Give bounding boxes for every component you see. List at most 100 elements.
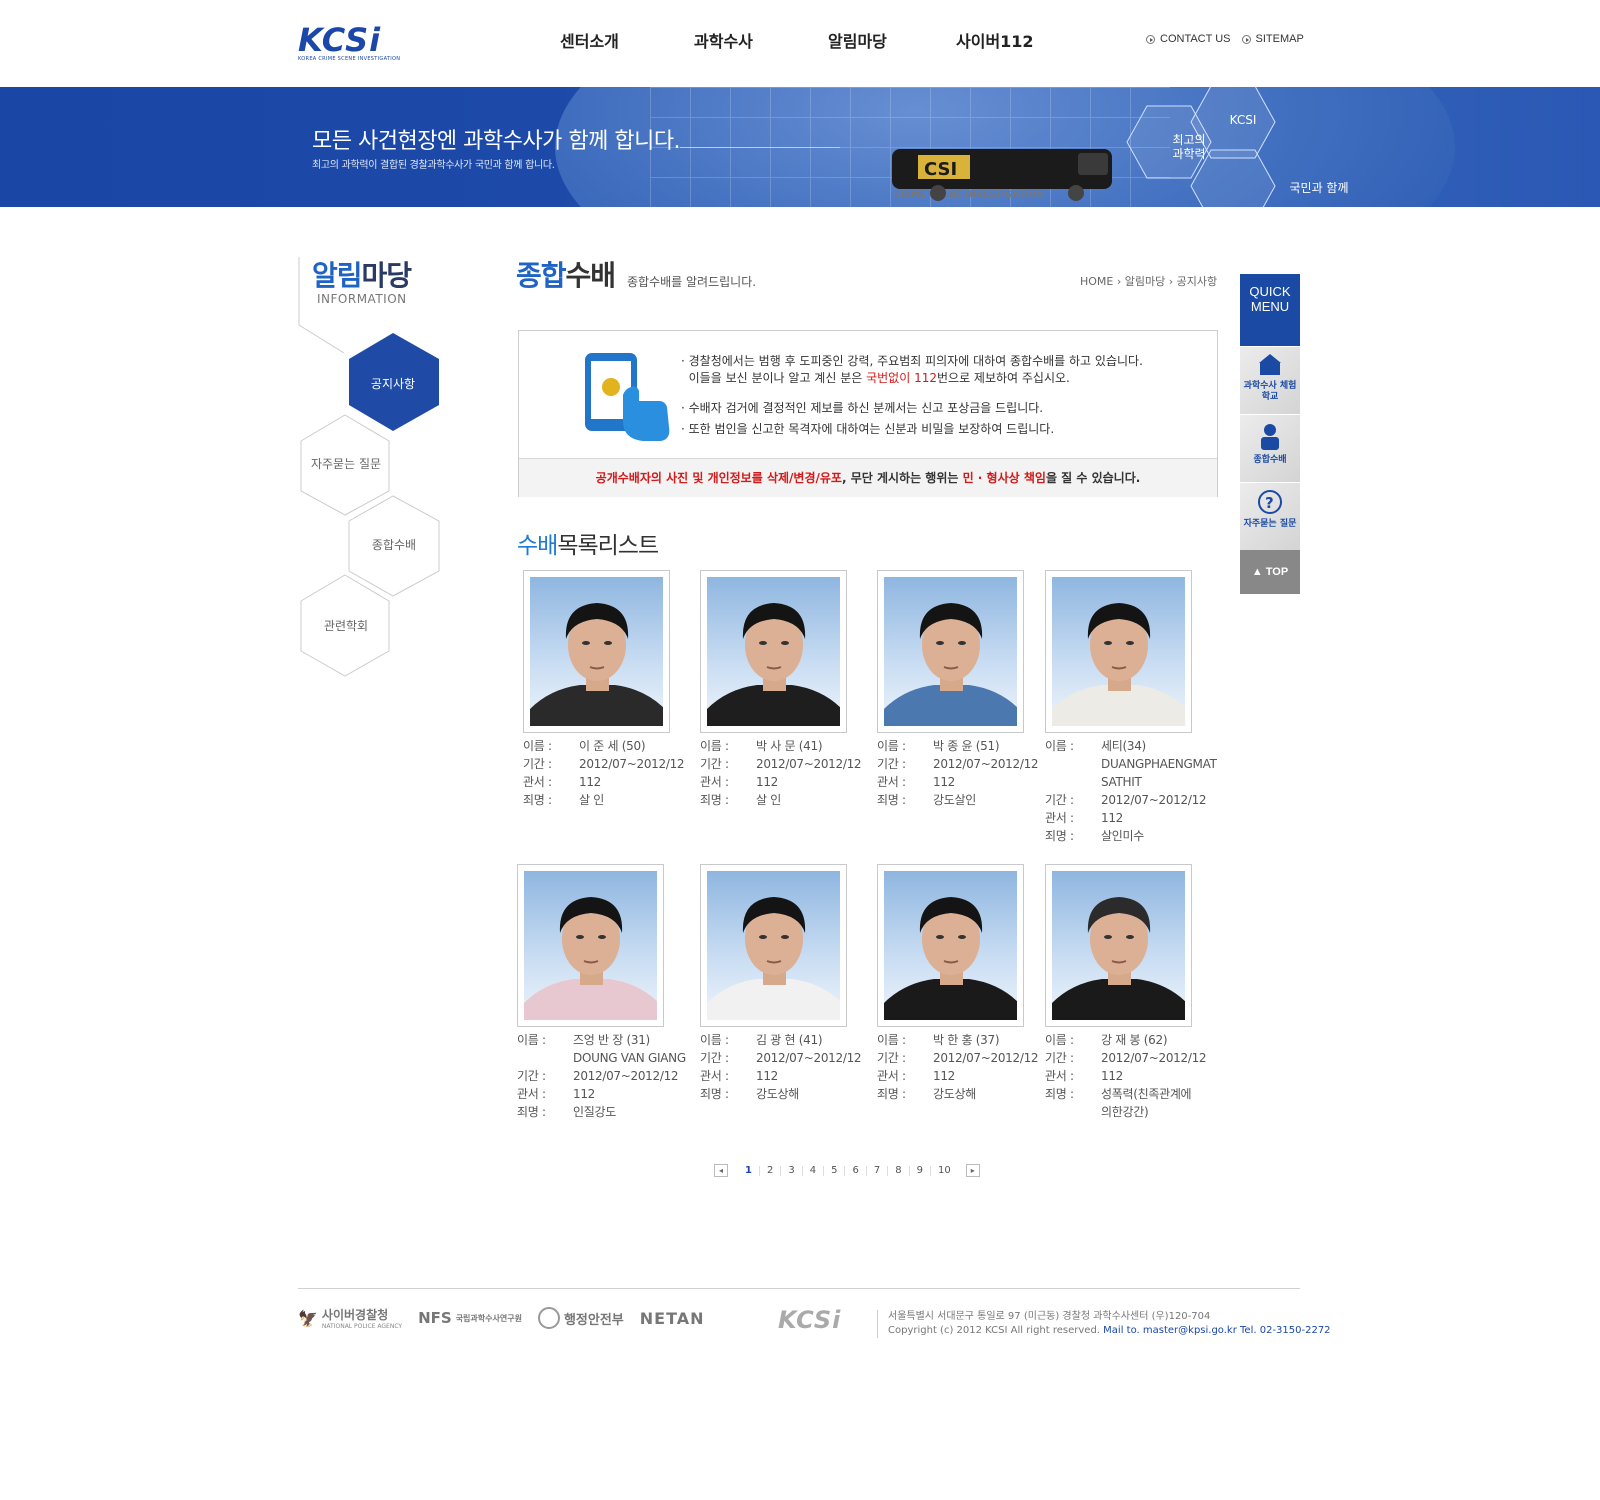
suspect-info: 이름 : 이 준 세 (50) 기간 : 2012/07~2012/12 관서 : 1… [523, 737, 693, 809]
suspect-period: 2012/07~2012/12 [933, 757, 1039, 771]
lnb-item-notice[interactable]: 공지사항 [348, 375, 438, 392]
period-label: 기간 : [700, 1051, 729, 1065]
suspect-info: 이름 : 즈엉 반 장 (31) DOUNG VAN GIANG 기간 : 2012/… [517, 1031, 687, 1121]
page-title-blue: 종합 [516, 259, 567, 292]
suspect-period: 2012/07~2012/12 [573, 1069, 679, 1083]
banner-title: 모든 사건현장엔 과학수사가 함께 합니다. [312, 129, 681, 154]
suspect-info: 이름 : 박 한 홍 (37) 기간 : 2012/07~2012/12 관서 : 1… [877, 1031, 1047, 1103]
period-label: 기간 : [523, 757, 552, 771]
prev-page-button[interactable]: ◂ [714, 1164, 728, 1177]
period-label: 기간 : [517, 1069, 546, 1083]
suspect-photo[interactable] [1045, 570, 1192, 733]
crime-label: 죄명 : [877, 1087, 906, 1101]
suspect-name: 강 재 봉 (62) [1101, 1033, 1168, 1047]
name-label: 이름 : [517, 1033, 546, 1047]
nav-center-intro[interactable]: 센터소개 [560, 28, 694, 52]
suspect-card[interactable]: 이름 : 박 종 윤 (51) 기간 : 2012/07~2012/12 관서 : 1… [877, 570, 1047, 809]
crime-label: 죄명 : [1045, 829, 1074, 843]
page-number-9[interactable]: 9 [908, 1165, 930, 1176]
suspect-office: 112 [933, 775, 956, 789]
suspect-photo[interactable] [877, 570, 1024, 733]
suspect-office: 112 [933, 1069, 956, 1083]
logo-label: 사이버경찰청 [321, 1308, 389, 1322]
utility-links: CONTACT US SITEMAP [1146, 33, 1304, 45]
contact-us-link[interactable]: CONTACT US [1146, 33, 1231, 45]
school-icon [1259, 354, 1281, 375]
period-label: 기간 : [877, 757, 906, 771]
logo-label: NFS [418, 1309, 452, 1327]
next-page-button[interactable]: ▸ [965, 1164, 980, 1177]
banner-hex-people: 국민과 함께 [1190, 149, 1349, 207]
suspect-card[interactable]: 이름 : 김 광 현 (41) 기간 : 2012/07~2012/12 관서 : 1… [700, 864, 870, 1103]
office-label: 관서 : [523, 775, 552, 789]
footer-kcsi-logo: KCSi [778, 1306, 842, 1334]
suspect-name: 즈엉 반 장 (31) [573, 1033, 650, 1047]
suspect-office: 112 [573, 1087, 596, 1101]
banner-subtitle: 최고의 과학력이 결합된 경찰과학수사가 국민과 함께 합니다. [312, 160, 555, 171]
nav-cyber112[interactable]: 사이버112 [956, 28, 1034, 52]
scroll-top-button[interactable]: ▲ TOP [1240, 550, 1300, 594]
wanted-list-title: 수배목록리스트 [517, 526, 659, 560]
page-title: 종합수배 [516, 254, 616, 294]
lnb-item-faq[interactable]: 자주묻는 질문 [301, 455, 391, 472]
office-label: 관서 : [877, 775, 906, 789]
quick-item-wanted[interactable]: 종합수배 [1240, 414, 1300, 482]
page-number-5[interactable]: 5 [823, 1165, 844, 1176]
nfs-logo[interactable]: NFS 국립과학수사연구원 [418, 1309, 522, 1327]
suspect-photo[interactable] [1045, 864, 1192, 1027]
page-number-7[interactable]: 7 [865, 1165, 887, 1176]
notice-box: · 경찰청에서는 범행 후 도피중인 강력, 주요범죄 피의자에 대하여 종합수… [518, 330, 1218, 497]
suspect-crime: 강도살인 [933, 793, 976, 807]
nav-forensics[interactable]: 과학수사 [694, 28, 828, 52]
suspect-card[interactable]: 이름 : 즈엉 반 장 (31) DOUNG VAN GIANG 기간 : 2012/… [517, 864, 687, 1121]
suspect-photo[interactable] [517, 864, 664, 1027]
page-number-2[interactable]: 2 [758, 1165, 780, 1176]
quick-item-faq[interactable]: ? 자주묻는 질문 [1240, 482, 1300, 550]
suspect-portrait [1052, 871, 1185, 1020]
quick-item-school[interactable]: 과학수사 체험학교 [1240, 346, 1300, 414]
suspect-photo[interactable] [700, 864, 847, 1027]
suspect-period: 2012/07~2012/12 [933, 1051, 1039, 1065]
suspect-photo[interactable] [523, 570, 670, 733]
suspect-portrait [1052, 577, 1185, 726]
notice-line: · 수배자 검거에 결정적인 제보를 하신 분께서는 신고 포상금을 드립니다. [681, 401, 1044, 415]
name-label: 이름 : [1045, 739, 1074, 753]
address-text: 서울특별시 서대문구 통일로 97 (미근동) 경찰청 과학수사센터 (우)12… [888, 1311, 1211, 1322]
page-number-6[interactable]: 6 [844, 1165, 865, 1176]
suspect-card[interactable]: 이름 : 세티(34) DUANGPHAENGMAT SATHIT 기간 : 2012… [1045, 570, 1217, 845]
netan-logo[interactable]: NETAN [640, 1309, 705, 1328]
page-number-3[interactable]: 3 [780, 1165, 801, 1176]
warning-text-end: 을 질 수 있습니다. [1045, 471, 1141, 485]
nav-notice-board[interactable]: 알림마당 [828, 28, 956, 52]
partner-logos: 🦅 사이버경찰청 NATIONAL POLICE AGENCY NFS 국립과학수사연… [298, 1306, 705, 1330]
suspect-photo[interactable] [700, 570, 847, 733]
seal-icon [537, 1307, 560, 1329]
cyber-police-logo[interactable]: 🦅 사이버경찰청 NATIONAL POLICE AGENCY [298, 1306, 402, 1330]
page-number-8[interactable]: 8 [887, 1165, 908, 1176]
logo-subtitle: KOREA CRIME SCENE INVESTIGATION [298, 56, 401, 62]
quick-menu-head: QUICK MENU [1240, 274, 1300, 346]
banner-line [680, 147, 840, 148]
lnb-item-wanted[interactable]: 종합수배 [349, 536, 439, 553]
page-number-10[interactable]: 10 [929, 1165, 958, 1176]
suspect-photo[interactable] [877, 864, 1024, 1027]
portrait-icon [707, 897, 840, 1020]
sitemap-link[interactable]: SITEMAP [1241, 33, 1304, 45]
period-label: 기간 : [1045, 793, 1074, 807]
quick-item-label: 자주묻는 질문 [1243, 519, 1297, 529]
suspect-card[interactable]: 이름 : 강 재 봉 (62) 기간 : 2012/07~2012/12 관서 : 1… [1045, 864, 1215, 1121]
suspect-card[interactable]: 이름 : 박 한 홍 (37) 기간 : 2012/07~2012/12 관서 : 1… [877, 864, 1047, 1103]
suspect-name: 김 광 현 (41) [756, 1033, 823, 1047]
lnb-item-societies[interactable]: 관련학회 [301, 617, 391, 634]
suspect-portrait [707, 577, 840, 726]
page-number-4[interactable]: 4 [801, 1165, 823, 1176]
crime-label: 죄명 : [877, 793, 906, 807]
suspect-name-latin: DUANGPHAENGMAT SATHIT [1101, 757, 1217, 789]
mopas-logo[interactable]: 행정안전부 [537, 1307, 624, 1329]
kcsi-logo[interactable]: KCSi KOREA CRIME SCENE INVESTIGATION [298, 24, 410, 64]
suspect-info: 이름 : 박 사 문 (41) 기간 : 2012/07~2012/12 관서 : 1… [700, 737, 870, 809]
suspect-card[interactable]: 이름 : 박 사 문 (41) 기간 : 2012/07~2012/12 관서 : 1… [700, 570, 870, 809]
page-number-1[interactable]: 1 [738, 1165, 759, 1176]
suspect-name: 세티(34) [1101, 739, 1146, 753]
suspect-card[interactable]: 이름 : 이 준 세 (50) 기간 : 2012/07~2012/12 관서 : 1… [523, 570, 693, 809]
